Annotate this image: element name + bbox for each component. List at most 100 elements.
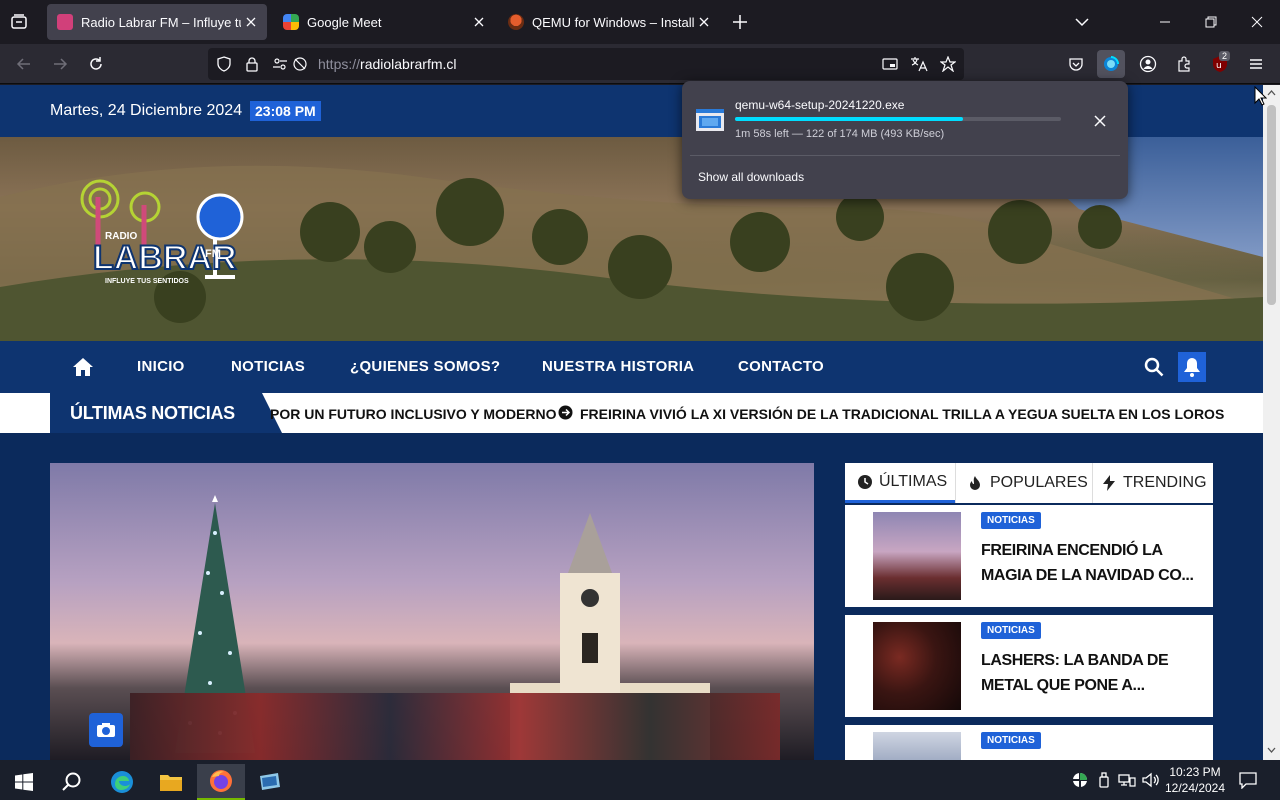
close-icon [1094, 115, 1106, 127]
svg-text:INFLUYE TUS SENTIDOS: INFLUYE TUS SENTIDOS [105, 278, 189, 285]
taskbar-file-explorer[interactable] [147, 764, 195, 800]
search-icon[interactable] [1144, 357, 1164, 377]
start-button[interactable] [0, 764, 48, 800]
network-icon[interactable] [1117, 770, 1137, 790]
category-badge[interactable]: NOTICIAS [981, 732, 1041, 749]
tab-trending[interactable]: TRENDING [1093, 463, 1213, 503]
downloads-progress-icon[interactable] [1097, 50, 1125, 78]
ticker-headline[interactable]: FREIRINA VIVIÓ LA XI VERSIÓN DE LA TRADI… [580, 406, 1224, 422]
tab-title: QEMU for Windows – Installers [532, 14, 694, 30]
tab-title: Google Meet [307, 14, 382, 30]
browser-tab-bar: Radio Labrar FM – Influye tus se Google … [0, 0, 1280, 44]
volume-icon[interactable] [1141, 770, 1161, 790]
news-title[interactable]: LASHERS: LA BANDA DE METAL QUE PONE A... [981, 648, 1196, 698]
windows-logo-icon [15, 773, 33, 791]
news-thumbnail[interactable] [873, 512, 961, 600]
taskbar-edge[interactable] [98, 764, 146, 800]
address-bar[interactable]: https://radiolabrarfm.cl [208, 48, 964, 80]
clock-date: 12/24/2024 [1164, 781, 1226, 795]
account-icon[interactable] [1138, 54, 1158, 74]
url-text: https://radiolabrarfm.cl [318, 56, 457, 72]
search-icon [62, 772, 81, 791]
category-badge[interactable]: NOTICIAS [981, 512, 1041, 529]
news-thumbnail[interactable] [873, 622, 961, 710]
scroll-down-icon[interactable] [1267, 746, 1276, 754]
scroll-up-icon[interactable] [1267, 89, 1276, 97]
qemu-favicon [508, 14, 524, 30]
close-tab-icon[interactable] [469, 12, 489, 32]
download-file-name[interactable]: qemu-w64-setup-20241220.exe [735, 98, 904, 112]
category-badge[interactable]: NOTICIAS [981, 622, 1041, 639]
cancel-download-button[interactable] [1090, 111, 1110, 131]
news-card[interactable]: NOTICIAS LASHERS: LA BANDA DE METAL QUE … [845, 615, 1213, 717]
tab-qemu[interactable]: QEMU for Windows – Installers [498, 4, 720, 40]
sidebar-news-widget: ÚLTIMAS POPULARES TRENDING NOTICIAS FREI… [845, 463, 1213, 760]
svg-text:u: u [1216, 61, 1222, 71]
page-scrollbar[interactable] [1263, 85, 1280, 760]
lock-icon[interactable] [242, 54, 262, 74]
arrow-circle-icon [558, 405, 573, 420]
chevron-down-icon[interactable] [1074, 14, 1090, 30]
radio-labrar-logo[interactable]: RADIO LABRAR FM INFLUYE TUS SENTIDOS [65, 177, 250, 305]
taskbar-firefox[interactable] [197, 764, 245, 800]
picture-in-picture-icon[interactable] [880, 54, 900, 74]
exe-file-icon [696, 109, 724, 131]
scrollbar-thumb[interactable] [1267, 105, 1276, 305]
nav-item-noticias[interactable]: NOTICIAS [231, 358, 305, 375]
camera-icon [97, 723, 115, 737]
fire-icon [970, 476, 980, 490]
home-icon[interactable] [72, 356, 94, 378]
reload-icon[interactable] [86, 54, 106, 74]
close-tab-icon[interactable] [241, 12, 261, 32]
taskbar-clock[interactable]: 10:23 PM 12/24/2024 [1160, 764, 1230, 796]
ticker-label: ÚLTIMAS NOTICIAS [50, 393, 282, 433]
extensions-icon[interactable] [1174, 54, 1194, 74]
main-nav-menu: INICIO NOTICIAS ¿QUIENES SOMOS? NUESTRA … [0, 341, 1263, 393]
clock-icon [858, 474, 872, 489]
usb-device-icon[interactable] [1094, 770, 1114, 790]
tab-google-meet[interactable]: Google Meet [273, 4, 495, 40]
show-all-downloads-link[interactable]: Show all downloads [698, 170, 804, 184]
bookmark-star-icon[interactable] [938, 54, 958, 74]
news-card[interactable]: NOTICIAS [845, 725, 1213, 760]
clock-time: 10:23 PM [1169, 765, 1221, 779]
tracking-shield-icon[interactable] [214, 54, 234, 74]
notification-bell-button[interactable] [1178, 352, 1206, 382]
menu-hamburger-icon[interactable] [1246, 54, 1266, 74]
taskbar-app[interactable] [246, 764, 294, 800]
ticker-headline[interactable]: POR UN FUTURO INCLUSIVO Y MODERNO [270, 406, 557, 422]
back-arrow-icon[interactable] [14, 54, 34, 74]
news-card[interactable]: NOTICIAS FREIRINA ENCENDIÓ LA MAGIA DE L… [845, 505, 1213, 607]
nav-item-inicio[interactable]: INICIO [137, 358, 185, 375]
download-progress-bar [735, 117, 1061, 121]
close-tab-icon[interactable] [694, 12, 714, 32]
news-thumbnail[interactable] [873, 732, 961, 760]
translate-icon[interactable] [909, 54, 929, 74]
edge-icon [111, 771, 133, 793]
news-title[interactable]: FREIRINA ENCENDIÓ LA MAGIA DE LA NAVIDAD… [981, 538, 1196, 588]
nav-item-contacto[interactable]: CONTACTO [738, 358, 824, 375]
tab-manager-icon[interactable] [10, 13, 28, 31]
tab-radio-labrar[interactable]: Radio Labrar FM – Influye tus se [47, 4, 267, 40]
download-status: 1m 58s left — 122 of 174 MB (493 KB/sec) [735, 128, 945, 140]
search-button[interactable] [48, 764, 96, 800]
tab-populares[interactable]: POPULARES [956, 463, 1092, 503]
nav-item-nuestra-historia[interactable]: NUESTRA HISTORIA [542, 358, 694, 375]
crowd-image [130, 693, 780, 760]
gallery-button[interactable] [89, 713, 123, 747]
minimize-icon[interactable] [1155, 12, 1175, 32]
featured-article-image[interactable] [50, 463, 814, 760]
download-progress-fill [735, 117, 964, 121]
pocket-icon[interactable] [1066, 54, 1086, 74]
forward-arrow-icon[interactable] [50, 54, 70, 74]
permissions-icon[interactable] [270, 54, 290, 74]
new-tab-icon[interactable] [730, 12, 750, 32]
mouse-cursor-icon [1254, 86, 1267, 106]
autoplay-blocked-icon[interactable] [290, 54, 310, 74]
security-shield-icon[interactable] [1070, 770, 1090, 790]
restore-icon[interactable] [1201, 12, 1221, 32]
nav-item-quienes-somos[interactable]: ¿QUIENES SOMOS? [350, 358, 500, 375]
tab-ultimas[interactable]: ÚLTIMAS [845, 463, 955, 503]
close-window-icon[interactable] [1247, 12, 1267, 32]
notifications-icon[interactable] [1238, 770, 1258, 790]
